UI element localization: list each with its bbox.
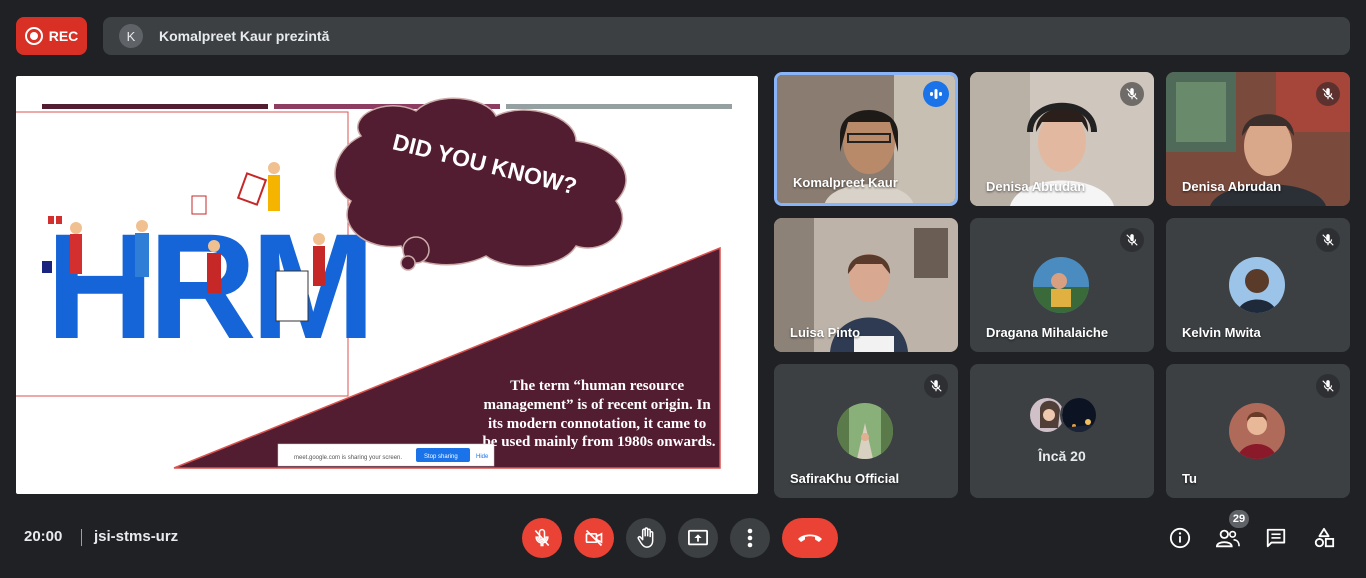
mic-off-icon — [1316, 228, 1340, 252]
recording-indicator[interactable]: REC — [16, 17, 87, 55]
participant-name: Dragana Mihalaiche — [986, 325, 1109, 340]
body-line: management” is of recent origin. In — [484, 397, 712, 413]
activities-icon — [1314, 527, 1335, 548]
mic-off-icon — [1120, 82, 1144, 106]
participant-tile[interactable]: Denisa Abrudan — [1166, 72, 1350, 206]
chat-icon — [1266, 528, 1286, 548]
raise-hand-icon — [637, 527, 654, 548]
present-button[interactable] — [678, 518, 718, 558]
body-line: its modern connotation, it came to — [488, 416, 706, 432]
participant-name: Komalpreet Kaur — [793, 175, 898, 190]
participant-tile[interactable]: Kelvin Mwita — [1166, 218, 1350, 352]
people-button[interactable] — [1216, 526, 1240, 550]
audio-wave-icon — [923, 81, 949, 107]
mic-off-icon — [924, 374, 948, 398]
participant-name: Tu — [1182, 471, 1197, 486]
activities-button[interactable] — [1312, 526, 1336, 550]
participant-name: Denisa Abrudan — [986, 179, 1086, 194]
shared-screen: HRM DID YOU KNOW? The term “human resour… — [16, 76, 758, 494]
leave-call-button[interactable] — [782, 518, 838, 558]
divider — [81, 529, 82, 546]
people-count-badge: 29 — [1229, 510, 1249, 528]
sharing-notice-text: meet.google.com is sharing your screen. — [294, 455, 402, 461]
hide-link[interactable]: Hide — [476, 454, 489, 460]
presenter-bar[interactable]: K Komalpreet Kaur prezintă — [103, 17, 1350, 55]
participant-tile[interactable]: Komalpreet Kaur — [774, 72, 958, 206]
participant-tile[interactable]: SafiraKhu Official — [774, 364, 958, 498]
participant-tile[interactable]: Luisa Pinto — [774, 218, 958, 352]
participant-name: SafiraKhu Official — [790, 471, 900, 486]
participant-tile[interactable]: Dragana Mihalaiche — [970, 218, 1154, 352]
avatar — [837, 403, 893, 459]
more-participants-label: Încă 20 — [1038, 448, 1086, 464]
chat-button[interactable] — [1264, 526, 1288, 550]
clock: 20:00 — [24, 528, 63, 545]
raise-hand-button[interactable] — [626, 518, 666, 558]
avatar — [1229, 403, 1285, 459]
mic-off-icon — [1316, 82, 1340, 106]
top-bar: REC K Komalpreet Kaur prezintă — [0, 0, 1366, 72]
mic-off-icon — [534, 528, 550, 547]
body-line: The term “human resource — [510, 378, 684, 394]
participant-name: Luisa Pinto — [790, 325, 861, 340]
info-icon — [1169, 527, 1191, 549]
more-options-button[interactable] — [730, 518, 770, 558]
present-icon — [688, 529, 708, 546]
presenter-text: Komalpreet Kaur prezintă — [159, 28, 330, 44]
more-icon — [747, 528, 753, 548]
sharing-notice-bar: meet.google.com is sharing your screen. … — [277, 443, 495, 467]
bottom-bar: 20:00 jsi-stms-urz 29 — [0, 510, 1366, 578]
meeting-code[interactable]: jsi-stms-urz — [94, 528, 178, 545]
mic-off-icon — [1120, 228, 1144, 252]
camera-off-icon — [585, 529, 603, 547]
record-icon — [24, 27, 43, 45]
presenter-avatar: K — [119, 24, 143, 48]
mic-toggle-button[interactable] — [522, 518, 562, 558]
stop-sharing-label[interactable]: Stop sharing — [424, 454, 458, 460]
more-participants-tile[interactable]: Încă 20 — [970, 364, 1154, 498]
body-line: be used mainly from 1980s onwards. — [482, 434, 715, 450]
recording-label: REC — [48, 28, 79, 44]
participant-name: Denisa Abrudan — [1182, 179, 1282, 194]
slide-graphic: HRM DID YOU KNOW? The term “human resour… — [16, 97, 732, 469]
avatar — [1060, 396, 1098, 434]
hangup-icon — [798, 534, 822, 542]
did-you-know-bubble: DID YOU KNOW? — [334, 97, 627, 271]
self-tile[interactable]: Tu — [1166, 364, 1350, 498]
avatar — [1033, 257, 1089, 313]
camera-toggle-button[interactable] — [574, 518, 614, 558]
avatar — [1229, 257, 1285, 313]
participant-name: Kelvin Mwita — [1182, 325, 1261, 340]
mic-off-icon — [1316, 374, 1340, 398]
participant-tile[interactable]: Denisa Abrudan — [970, 72, 1154, 206]
people-icon — [1216, 529, 1240, 548]
meeting-details-button[interactable] — [1168, 526, 1192, 550]
